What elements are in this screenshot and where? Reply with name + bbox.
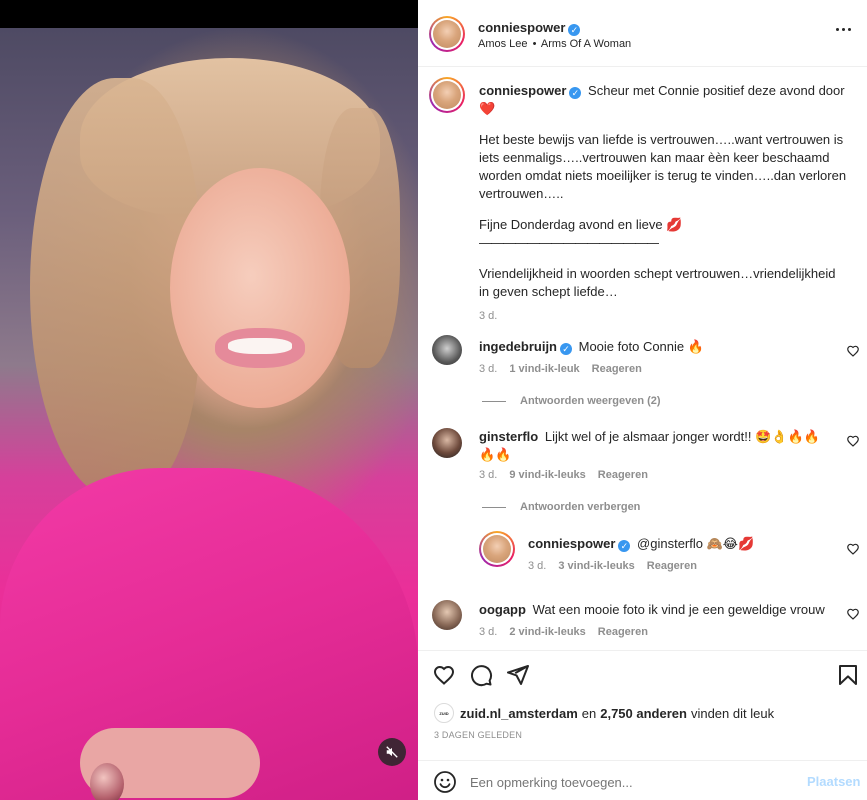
share-icon[interactable] [506, 663, 530, 687]
view-replies-button[interactable]: Antwoorden weergeven (2) [520, 395, 661, 407]
verified-badge-icon: ✓ [560, 343, 572, 355]
mute-icon [386, 746, 398, 758]
more-options-button[interactable] [836, 22, 858, 36]
comment-heart-icon[interactable] [846, 607, 860, 621]
comment-heart-icon[interactable] [846, 344, 860, 358]
comment-text: Wat een mooie foto ik vind je een geweld… [532, 602, 825, 617]
music-artist[interactable]: Amos Lee [478, 38, 528, 50]
comment-reply-button[interactable]: Reageren [598, 626, 648, 638]
commenter-avatar[interactable] [432, 600, 462, 630]
commenter-username[interactable]: oogapp [479, 602, 526, 617]
commenter-username[interactable]: ginsterflo [479, 429, 538, 444]
caption-avatar[interactable] [429, 77, 465, 113]
bookmark-icon[interactable] [836, 663, 860, 687]
comment-likes-count[interactable]: 1 vind-ik-leuk [509, 363, 579, 375]
post-date[interactable]: 3 DAGEN GELEDEN [434, 730, 522, 740]
reply-username[interactable]: conniespower [528, 536, 615, 551]
post-comment-button[interactable]: Plaatsen [807, 774, 860, 789]
comment-likes-count[interactable]: 2 vind-ik-leuks [509, 626, 585, 638]
emoji-icon[interactable] [433, 770, 457, 794]
verified-badge-icon: ✓ [568, 24, 581, 36]
like-heart-icon[interactable] [432, 663, 456, 687]
commenter-username[interactable]: ingedebruijn [479, 339, 557, 354]
comment-icon[interactable] [469, 663, 493, 687]
verified-badge-icon: ✓ [618, 540, 631, 552]
replies-line [482, 506, 506, 508]
caption-username[interactable]: conniespower [479, 83, 566, 98]
post-actions: ZUID zuid.nl_amsterdam en 2,750 anderen … [418, 650, 867, 760]
caption-time[interactable]: 3 d. [479, 307, 849, 325]
reply-item: conniespower ✓ @ginsterflo 🙈😂💋 3 d. 3 vin… [418, 530, 867, 590]
comment-time[interactable]: 3 d. [479, 469, 497, 481]
music-separator: • [532, 38, 537, 50]
photo-smile [228, 338, 292, 354]
verified-badge-icon: ✓ [569, 87, 582, 99]
comment-time[interactable]: 3 d. [479, 363, 497, 375]
likes-others-link[interactable]: 2,750 anderen [600, 706, 687, 721]
post-photo [0, 28, 418, 800]
comments-scroll[interactable]: conniespower ✓ Scheur met Connie positief… [418, 68, 867, 648]
reply-heart-icon[interactable] [846, 542, 860, 556]
likes-connector: en [581, 705, 597, 721]
post-header: conniespower ✓ Amos Lee • Arms Of A Woman [418, 0, 867, 67]
reply-avatar[interactable] [479, 531, 515, 567]
more-options-icon [836, 27, 851, 31]
liker-username[interactable]: zuid.nl_amsterdam [460, 706, 578, 721]
comment-text: Mooie foto Connie 🔥 [578, 339, 704, 354]
liker-avatar[interactable]: ZUID [434, 703, 454, 723]
post-media[interactable] [0, 0, 418, 800]
commenter-avatar[interactable] [432, 335, 462, 365]
photo-ring [90, 763, 124, 800]
commenter-avatar[interactable] [432, 428, 462, 458]
caption-line1: Scheur met Connie positief deze avond do… [588, 83, 845, 98]
caption-heart-emoji: ❤️ [479, 101, 496, 116]
photo-face [170, 168, 350, 408]
music-title[interactable]: Arms Of A Woman [541, 38, 631, 50]
comment-likes-count[interactable]: 9 vind-ik-leuks [509, 469, 585, 481]
post-sidebar: conniespower ✓ Amos Lee • Arms Of A Woman… [418, 0, 867, 800]
caption-paragraph-3: Vriendelijkheid in woorden schept vertro… [479, 266, 836, 299]
likes-suffix: vinden dit leuk [690, 705, 775, 721]
hide-replies-button[interactable]: Antwoorden verbergen [520, 501, 640, 513]
comment-input-bar: Plaatsen [418, 760, 867, 800]
comment-heart-icon[interactable] [846, 434, 860, 448]
comment-reply-button[interactable]: Reageren [592, 363, 642, 375]
reply-likes-count[interactable]: 3 vind-ik-leuks [558, 560, 634, 572]
reply-reply-button[interactable]: Reageren [647, 560, 697, 572]
comment-reply-button[interactable]: Reageren [598, 469, 648, 481]
reply-time[interactable]: 3 d. [528, 560, 546, 572]
comment-input[interactable] [470, 771, 790, 793]
caption-paragraph-1: Het beste bewijs van liefde is vertrouwe… [479, 132, 847, 201]
caption-paragraph-2: Fijne Donderdag avond en lieve 💋 [479, 217, 683, 232]
reply-text: @ginsterflo 🙈😂💋 [637, 536, 755, 551]
comment-time[interactable]: 3 d. [479, 626, 497, 638]
comment-item: oogapp Wat een mooie foto ik vind je een… [418, 598, 867, 648]
author-avatar[interactable] [429, 16, 465, 52]
author-username[interactable]: conniespower [478, 20, 565, 35]
comment-item: ginsterflo Lijkt wel of je alsmaar jonge… [418, 423, 867, 533]
replies-line [482, 400, 506, 402]
caption-divider: ———————————————— [479, 235, 659, 250]
liker-avatar-logo: ZUID [439, 710, 449, 716]
mute-button[interactable] [378, 738, 406, 766]
caption-body: conniespower ✓ Scheur met Connie positief… [479, 82, 849, 325]
